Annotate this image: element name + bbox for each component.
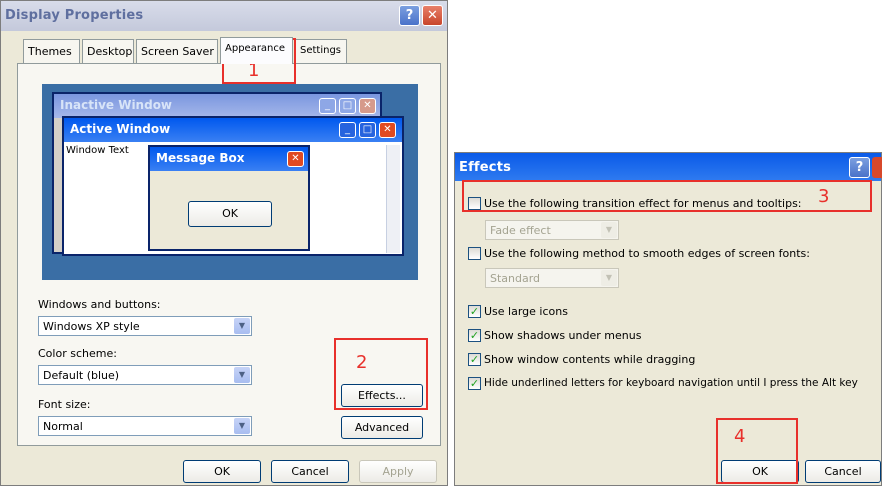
color-scheme-label: Color scheme:	[38, 347, 117, 360]
smooth-edges-value: Standard	[490, 272, 541, 285]
windows-buttons-value: Windows XP style	[43, 320, 140, 333]
windows-buttons-select[interactable]: Windows XP style ▼	[38, 316, 252, 336]
smooth-edges-select: Standard ▼	[485, 268, 619, 288]
chevron-down-icon: ▼	[601, 222, 617, 238]
chevron-down-icon: ▼	[234, 418, 250, 434]
large-icons-label: Use large icons	[484, 305, 568, 318]
help-button[interactable]: ?	[849, 157, 870, 178]
annotation-number-2: 2	[356, 352, 368, 373]
close-icon: ✕	[379, 122, 396, 138]
maximize-icon: □	[339, 98, 356, 114]
minimize-icon: _	[339, 122, 356, 138]
color-scheme-value: Default (blue)	[43, 369, 120, 382]
tab-settings[interactable]: Settings	[295, 39, 347, 63]
annotation-box-2	[334, 338, 428, 410]
tab-themes[interactable]: Themes	[23, 39, 80, 63]
close-icon: ✕	[287, 151, 304, 167]
chevron-down-icon: ▼	[234, 318, 250, 334]
transition-effect-value: Fade effect	[490, 224, 551, 237]
window-contents-checkbox[interactable]: ✓	[468, 353, 481, 366]
smooth-edges-label: Use the following method to smooth edges…	[484, 247, 810, 260]
advanced-button[interactable]: Advanced	[341, 416, 423, 439]
title-bar: Display Properties	[1, 1, 447, 31]
hide-underlines-label: Hide underlined letters for keyboard nav…	[484, 377, 858, 389]
message-box-title: Message Box	[150, 147, 308, 171]
window-contents-label: Show window contents while dragging	[484, 353, 696, 366]
close-icon[interactable]	[872, 157, 882, 178]
annotation-box-3	[462, 180, 872, 212]
close-icon: ✕	[359, 98, 376, 114]
effects-title: Effects	[459, 160, 512, 175]
apply-button: Apply	[359, 460, 437, 483]
message-box-preview: Message Box ✕ OK	[148, 145, 310, 251]
tab-desktop[interactable]: Desktop	[82, 39, 134, 63]
chevron-down-icon: ▼	[234, 367, 250, 383]
window-text: Window Text	[66, 145, 129, 156]
effects-cancel-button[interactable]: Cancel	[805, 460, 881, 483]
hide-underlines-checkbox[interactable]: ✓	[468, 377, 481, 390]
maximize-icon: □	[359, 122, 376, 138]
minimize-icon: _	[319, 98, 336, 114]
active-window-preview: Active Window _ □ ✕ Window Text Message …	[62, 116, 404, 256]
annotation-box-4	[716, 418, 798, 484]
chevron-down-icon: ▼	[601, 270, 617, 286]
font-size-select[interactable]: Normal ▼	[38, 416, 252, 436]
font-size-label: Font size:	[38, 398, 91, 411]
smooth-edges-checkbox[interactable]	[468, 247, 481, 260]
help-button[interactable]: ?	[399, 5, 420, 26]
menu-shadows-checkbox[interactable]: ✓	[468, 329, 481, 342]
tab-screen-saver[interactable]: Screen Saver	[136, 39, 218, 63]
transition-effect-select: Fade effect ▼	[485, 220, 619, 240]
color-scheme-select[interactable]: Default (blue) ▼	[38, 365, 252, 385]
tab-appearance[interactable]: Appearance	[220, 37, 293, 64]
close-button[interactable]: ✕	[422, 5, 443, 26]
menu-shadows-label: Show shadows under menus	[484, 329, 642, 342]
message-box-ok-button: OK	[188, 201, 272, 227]
windows-buttons-label: Windows and buttons:	[38, 298, 161, 311]
large-icons-checkbox[interactable]: ✓	[468, 305, 481, 318]
preview-scrollbar	[386, 145, 400, 253]
appearance-preview: Inactive Window _ □ ✕ Active Window _ □ …	[42, 84, 418, 280]
font-size-value: Normal	[43, 420, 83, 433]
ok-button[interactable]: OK	[183, 460, 261, 483]
effects-title-bar: Effects	[455, 153, 881, 181]
annotation-number-3: 3	[818, 186, 830, 207]
cancel-button[interactable]: Cancel	[271, 460, 349, 483]
annotation-number-4: 4	[734, 426, 746, 447]
window-title: Display Properties	[5, 8, 144, 23]
